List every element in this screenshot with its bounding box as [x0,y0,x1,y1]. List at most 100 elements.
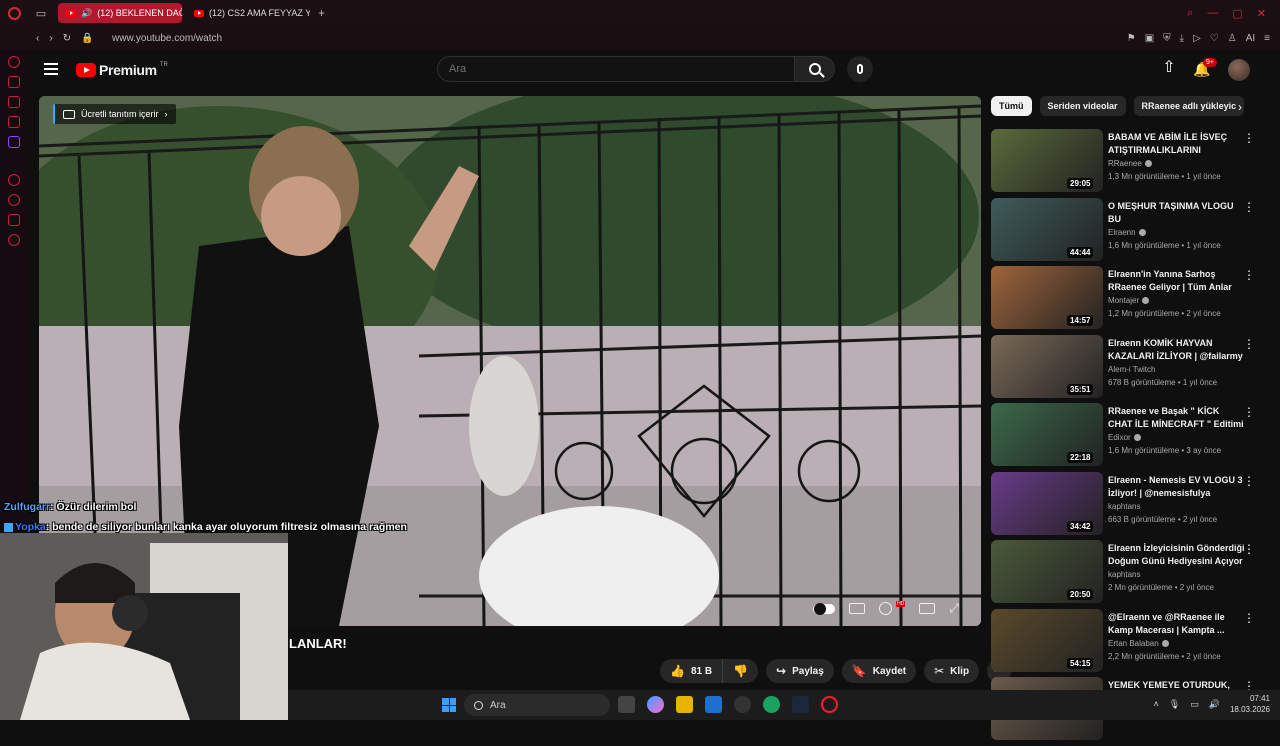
more-options-icon[interactable]: ⋮ [1243,337,1255,351]
more-options-icon[interactable]: ⋮ [1243,131,1255,145]
aria-icon[interactable] [8,56,20,68]
channel-name[interactable]: Montajer [1108,296,1150,305]
autoplay-toggle[interactable] [813,602,836,615]
share-button[interactable]: ↪ Paylaş [766,659,834,683]
recommendation-item[interactable]: 54:15 @Elraenn ve @RRaenee ile Kamp Mace… [991,608,1263,678]
back-icon[interactable]: ‹ [36,33,39,44]
url-field[interactable]: www.youtube.com/watch [112,33,222,44]
hamburger-menu-icon[interactable] [44,63,58,75]
new-tab-button[interactable]: + [318,6,325,20]
channel-name[interactable]: kaphtans [1108,570,1140,579]
video-title[interactable]: @Elraenn ve @RRaenee ile Kamp Macerası |… [1108,611,1246,637]
paid-promotion-label[interactable]: Ücretli tanıtım içerir › [53,104,176,124]
channel-name[interactable]: Elraenn [1108,228,1146,237]
avatar[interactable] [1228,59,1250,81]
browser-tab[interactable]: (12) CS2 AMA FEYYAZ YİĞ [186,3,310,23]
channel-name[interactable]: Ertan Balaban [1108,639,1169,648]
steam-icon[interactable] [792,696,809,713]
whatsapp-icon[interactable] [8,96,20,108]
search-input[interactable] [437,56,795,82]
obs-icon[interactable] [734,696,751,713]
volume-icon[interactable]: 🔊 [1209,699,1220,710]
chip-uploader[interactable]: RRaenee adlı yükleyic [1133,96,1245,116]
close-icon[interactable]: ✕ [1257,7,1266,20]
edge-icon[interactable] [763,696,780,713]
recommendation-item[interactable]: 35:51 Elraenn KOMİK HAYVAN KAZALARI İZLİ… [991,334,1263,404]
instagram-icon[interactable] [8,116,20,128]
maximize-icon[interactable]: ▢ [1232,7,1242,20]
snapshot-icon[interactable]: ▣ [1145,33,1154,44]
store-icon[interactable] [705,696,722,713]
player-icon[interactable] [8,174,20,186]
settings-gear-icon[interactable] [879,602,893,615]
menu-icon[interactable]: ≡ [1264,33,1270,44]
tab-menu-icon[interactable]: ▭ [28,0,54,26]
history-icon[interactable] [8,194,20,206]
save-button[interactable]: 🔖 Kaydet [841,659,917,683]
chevron-right-icon[interactable]: › [1238,100,1242,114]
chip-all[interactable]: Tümü [991,96,1032,116]
recommendation-item[interactable]: 14:57 Elraenn'in Yanına Sarhoş RRaenee G… [991,266,1263,335]
video-title[interactable]: BABAM VE ABİM İLE İSVEÇ ATIŞTIRMALIKLARI… [1108,131,1246,157]
youtube-premium-logo[interactable]: Premium TR [76,62,168,78]
channel-name[interactable]: Alem-i Twitch [1108,365,1155,374]
chip-series[interactable]: Seriden videolar [1039,96,1126,116]
video-title[interactable]: RRaenee ve Başak " KİCK CHAT İLE MİNECRA… [1108,405,1246,431]
task-view-icon[interactable] [618,696,635,713]
bookmark-icon[interactable]: ⚑ [1127,33,1136,44]
extensions-icon[interactable] [8,214,20,226]
more-options-icon[interactable]: ⋮ [1243,474,1255,488]
video-title[interactable]: Elraenn İzleyicisinin Gönderdiği Doğum G… [1108,542,1246,568]
heart-icon[interactable]: ♡ [1210,33,1219,44]
video-title[interactable]: Elraenn'in Yanına Sarhoş RRaenee Geliyor… [1108,268,1246,294]
channel-name[interactable]: Edixor [1108,433,1141,442]
browser-tab-active[interactable]: 🔊 (12) BEKLENEN DAĞ E [58,3,182,23]
channel-name[interactable]: kaphtans [1108,502,1140,511]
download-icon[interactable]: ⤓ [1180,33,1184,44]
clip-button[interactable]: ✂ Klip [924,659,980,683]
minimize-icon[interactable]: — [1207,7,1218,20]
twitch-icon[interactable] [8,136,20,148]
file-explorer-icon[interactable] [676,696,693,713]
like-button[interactable]: 👍 81 B [660,659,722,683]
video-title[interactable]: Elraenn - Nemesis EV VLOGU 3 İzliyor! | … [1108,474,1246,500]
subtitles-icon[interactable] [849,603,866,614]
search-button[interactable] [795,56,835,82]
microphone-icon[interactable]: 🎙 [1169,699,1180,710]
video-title[interactable]: O MEŞHUR TAŞINMA VLOGU BU [1108,200,1246,226]
network-icon[interactable]: ▭ [1190,699,1199,710]
more-options-icon[interactable]: ⋮ [1243,268,1255,282]
opera-taskbar-icon[interactable] [821,696,838,713]
shield-icon[interactable]: ⛨ [1163,33,1171,44]
profile-icon[interactable]: ♙ [1228,33,1237,44]
voice-search-button[interactable] [847,56,873,82]
ai-button[interactable]: AI [1246,33,1255,44]
recommendation-item[interactable]: 22:18 RRaenee ve Başak " KİCK CHAT İLE M… [991,403,1263,472]
recommendation-item[interactable]: 29:05 BABAM VE ABİM İLE İSVEÇ ATIŞTIRMAL… [991,129,1263,198]
chevron-up-icon[interactable]: ˄ [1154,699,1159,709]
more-options-icon[interactable]: ⋮ [1243,200,1255,214]
windows-start-icon[interactable] [442,698,456,712]
more-options-icon[interactable]: ⋮ [1243,542,1255,556]
fullscreen-icon[interactable]: ⤢ [949,601,959,616]
opera-logo-icon[interactable] [0,0,28,26]
search-tabs-icon[interactable]: ⌕ [1187,7,1193,20]
taskbar-search[interactable]: Ara [464,694,610,716]
channel-name[interactable]: RRaenee [1108,159,1152,168]
copilot-icon[interactable] [647,696,664,713]
recommendation-item[interactable]: 44:44 O MEŞHUR TAŞINMA VLOGU BU Elraenn … [991,197,1263,267]
recommendation-item[interactable]: 34:42 Elraenn - Nemesis EV VLOGU 3 İzliy… [991,471,1263,541]
forward-icon[interactable]: › [49,33,52,44]
more-options-icon[interactable]: ⋮ [1243,405,1255,419]
dislike-button[interactable]: 👎 [722,659,758,683]
create-upload-icon[interactable]: ⇧ [1162,60,1176,77]
theater-mode-icon[interactable] [919,603,936,614]
recommendation-item[interactable]: 20:50 Elraenn İzleyicisinin Gönderdiği D… [991,540,1263,609]
play-icon[interactable]: ▷ [1193,33,1201,44]
more-options-icon[interactable]: ⋮ [1243,611,1255,625]
settings-icon[interactable] [8,234,20,246]
video-title[interactable]: Elraenn KOMİK HAYVAN KAZALARI İZLİYOR | … [1108,337,1246,363]
messenger-icon[interactable] [8,76,20,88]
clock[interactable]: 07:41 18.03.2026 [1230,693,1270,715]
reload-icon[interactable]: ↻ [63,33,71,44]
